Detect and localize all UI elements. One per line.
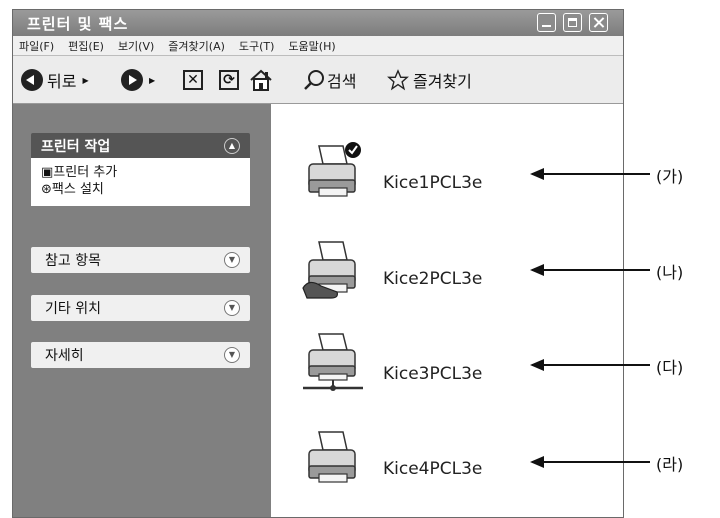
- window-title: 프린터 및 팩스: [27, 15, 129, 33]
- task-sidebar: 프린터 작업 ▲ ▣프린터 추가 ⊛팩스 설치 참고 항목 ▼ 기타 위치 ▼ …: [13, 104, 271, 517]
- callout-arrow: [530, 264, 650, 276]
- see-also-panel[interactable]: 참고 항목 ▼: [31, 247, 250, 273]
- refresh-button[interactable]: ⟳: [219, 68, 239, 92]
- menu-bar: 파일(F) 편집(E) 보기(V) 즐겨찾기(A) 도구(T) 도움말(H): [13, 36, 623, 56]
- panel-label: 기타 위치: [45, 301, 101, 317]
- add-printer-label: 프린터 추가: [53, 165, 118, 180]
- printer-tasks-body: ▣프린터 추가 ⊛팩스 설치: [31, 158, 250, 206]
- printer-name: Kice1PCL3e: [383, 173, 483, 193]
- menu-view[interactable]: 보기(V): [118, 38, 154, 54]
- stop-icon: ✕: [183, 70, 203, 90]
- forward-arrow-icon: [121, 69, 143, 91]
- setup-fax-label: 팩스 설치: [51, 182, 104, 197]
- printer-tasks-header[interactable]: 프린터 작업 ▲: [31, 133, 250, 158]
- printer-name: Kice2PCL3e: [383, 269, 483, 289]
- network-printer-icon: [303, 333, 363, 391]
- callout-label: (나): [656, 263, 684, 282]
- printer-name: Kice4PCL3e: [383, 459, 483, 479]
- search-button[interactable]: 검색: [303, 68, 356, 92]
- expand-icon[interactable]: ▼: [224, 252, 240, 268]
- menu-tools[interactable]: 도구(T): [239, 38, 275, 54]
- callout-arrow: [530, 456, 650, 468]
- favorites-label: 즐겨찾기: [413, 72, 472, 91]
- callout-label: (라): [656, 455, 684, 474]
- panel-label: 참고 항목: [45, 253, 101, 269]
- title-bar: 프린터 및 팩스: [13, 10, 623, 36]
- setup-fax-link[interactable]: ⊛팩스 설치: [41, 181, 242, 198]
- star-icon: [387, 69, 409, 91]
- toolbar: 뒤로 ▶ ▶ ✕ ⟳ 검색 즐겨찾기: [13, 56, 623, 104]
- close-button[interactable]: [589, 13, 608, 32]
- printer-tasks-panel: 프린터 작업 ▲ ▣프린터 추가 ⊛팩스 설치: [31, 133, 250, 206]
- search-label: 검색: [327, 72, 357, 91]
- back-arrow-icon: [21, 69, 43, 91]
- back-button[interactable]: 뒤로 ▶: [21, 68, 89, 92]
- expand-icon[interactable]: ▼: [224, 300, 240, 316]
- menu-favorites[interactable]: 즐겨찾기(A): [168, 38, 225, 54]
- dropdown-arrow-icon[interactable]: ▶: [149, 76, 155, 85]
- menu-edit[interactable]: 편집(E): [68, 38, 104, 54]
- callout-label: (다): [656, 358, 684, 377]
- panel-label: 자세히: [45, 348, 84, 364]
- details-panel[interactable]: 자세히 ▼: [31, 342, 250, 368]
- panel-title: 프린터 작업: [41, 138, 111, 155]
- add-printer-link[interactable]: ▣프린터 추가: [41, 164, 242, 181]
- printer-name: Kice3PCL3e: [383, 364, 483, 384]
- refresh-icon: ⟳: [219, 70, 239, 90]
- add-printer-icon: ▣: [41, 165, 54, 180]
- callout-arrow: [530, 359, 650, 371]
- search-icon: [304, 70, 324, 90]
- fax-icon: ⊛: [41, 182, 52, 197]
- stop-button[interactable]: ✕: [183, 68, 203, 92]
- home-icon: [250, 69, 272, 91]
- maximize-button[interactable]: [563, 13, 582, 32]
- menu-file[interactable]: 파일(F): [19, 38, 54, 54]
- default-printer-icon: [308, 142, 361, 197]
- forward-button[interactable]: ▶: [121, 68, 155, 92]
- printer-list: Kice1PCL3e Kice2PCL3e Kice3PCL3e Kice4PC…: [271, 104, 623, 517]
- collapse-icon[interactable]: ▲: [224, 138, 240, 154]
- dropdown-arrow-icon[interactable]: ▶: [82, 76, 88, 85]
- menu-help[interactable]: 도움말(H): [288, 38, 335, 54]
- back-label: 뒤로: [47, 72, 77, 91]
- expand-icon[interactable]: ▼: [224, 347, 240, 363]
- callout-label: (가): [656, 167, 684, 186]
- callout-arrow: [530, 168, 650, 180]
- other-places-panel[interactable]: 기타 위치 ▼: [31, 295, 250, 321]
- minimize-button[interactable]: [537, 13, 556, 32]
- favorites-button[interactable]: 즐겨찾기: [387, 68, 472, 92]
- home-button[interactable]: [249, 68, 273, 92]
- shared-printer-icon: [302, 241, 356, 299]
- printer-icon: [308, 431, 356, 483]
